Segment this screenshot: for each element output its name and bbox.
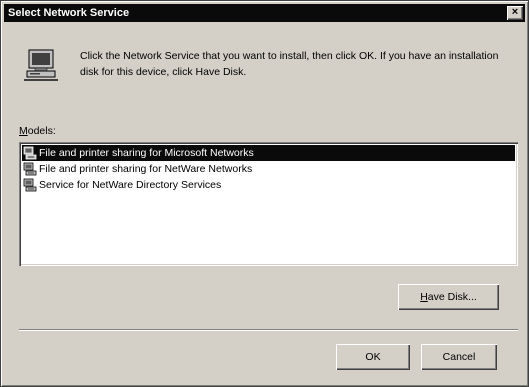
list-item-label: File and printer sharing for Microsoft N… [39, 147, 254, 159]
divider [19, 329, 518, 331]
network-service-icon [23, 162, 37, 176]
list-item-label: File and printer sharing for NetWare Net… [39, 163, 253, 175]
models-label: Models: [19, 125, 56, 137]
have-disk-button[interactable]: Have Disk... [398, 284, 499, 310]
title-bar[interactable]: Select Network Service × [4, 4, 525, 22]
have-disk-label: ave Disk... [427, 291, 477, 303]
cancel-button[interactable]: Cancel [421, 344, 497, 370]
list-item-label: Service for NetWare Directory Services [39, 179, 222, 191]
list-item[interactable]: File and printer sharing for Microsoft N… [22, 145, 515, 161]
list-item[interactable]: File and printer sharing for NetWare Net… [22, 161, 515, 177]
close-button[interactable]: × [507, 6, 523, 20]
ok-button[interactable]: OK [336, 344, 410, 370]
network-service-icon [23, 146, 37, 160]
dialog-title: Select Network Service [8, 7, 130, 19]
select-network-service-dialog: Select Network Service × Click the Netwo… [0, 0, 529, 387]
models-label-mnemonic: M [19, 125, 28, 137]
have-disk-mnemonic: H [420, 291, 428, 303]
list-item[interactable]: Service for NetWare Directory Services [22, 177, 515, 193]
network-computer-icon [24, 49, 58, 81]
instruction-text: Click the Network Service that you want … [80, 50, 499, 78]
models-label-text: odels: [27, 125, 56, 137]
models-listbox[interactable]: File and printer sharing for Microsoft N… [19, 142, 518, 266]
network-service-icon [23, 178, 37, 192]
